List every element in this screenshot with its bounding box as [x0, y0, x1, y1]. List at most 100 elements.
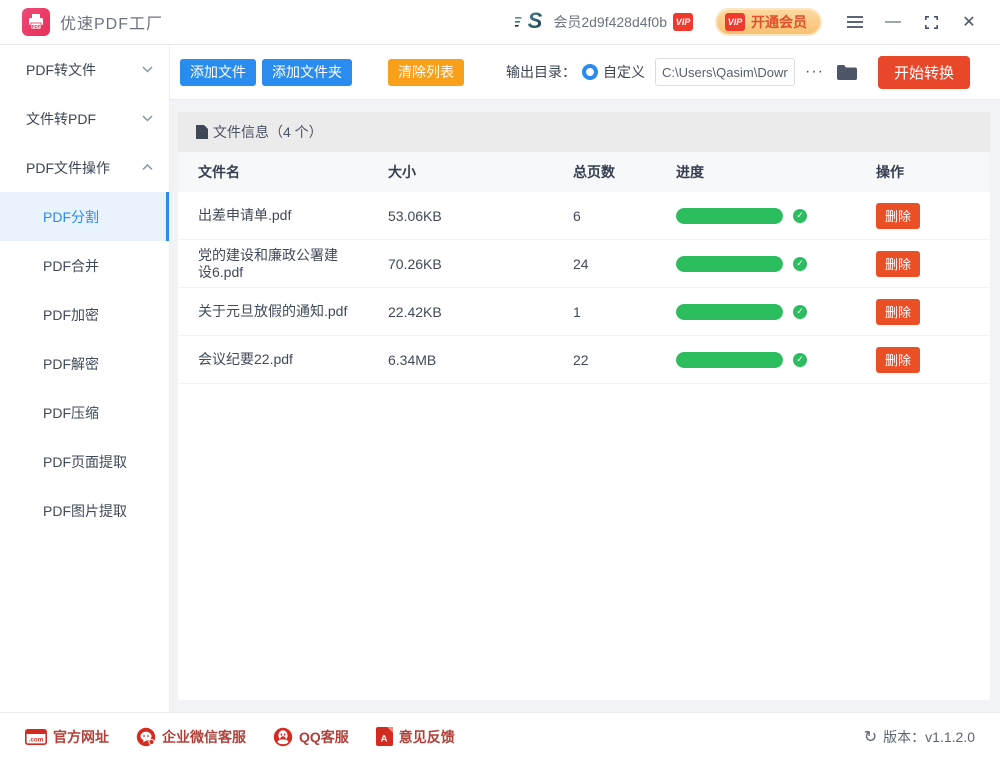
- file-size: 6.34MB: [388, 352, 573, 368]
- document-icon: [196, 125, 208, 139]
- start-convert-button[interactable]: 开始转换: [878, 56, 970, 89]
- custom-output-radio-label: 自定义: [603, 62, 645, 82]
- sidebar-group-pdf-to-file[interactable]: PDF转文件: [0, 45, 169, 94]
- clear-list-button[interactable]: 清除列表: [388, 59, 464, 86]
- wechat-service-link[interactable]: 企业微信客服: [136, 727, 246, 747]
- table-row: 出差申请单.pdf 53.06KB 6 ✓ 删除: [178, 192, 990, 240]
- delete-button[interactable]: 删除: [876, 251, 920, 277]
- open-membership-label: 开通会员: [751, 12, 807, 32]
- file-name: 党的建设和廉政公署建设6.pdf: [198, 247, 349, 281]
- vip-badge-icon: VIP: [725, 13, 745, 31]
- footer-link-label: 意见反馈: [399, 727, 455, 747]
- delete-button[interactable]: 删除: [876, 299, 920, 325]
- svg-text:S: S: [528, 8, 543, 32]
- vip-badge-icon: VIP: [673, 13, 693, 31]
- footer-link-label: QQ客服: [299, 727, 349, 747]
- add-folder-button[interactable]: 添加文件夹: [262, 59, 352, 86]
- output-path-input[interactable]: [655, 58, 795, 86]
- file-size: 22.42KB: [388, 304, 573, 320]
- file-name: 会议纪要22.pdf: [198, 351, 293, 368]
- toolbar: 添加文件 添加文件夹 清除列表 输出目录： 自定义 ··· 开始转换: [170, 45, 1000, 100]
- footer-link-label: 企业微信客服: [162, 727, 246, 747]
- website-com-icon: .com: [25, 729, 47, 745]
- main-area: 添加文件 添加文件夹 清除列表 输出目录： 自定义 ··· 开始转换 文: [170, 45, 1000, 712]
- column-pages: 总页数: [573, 162, 676, 182]
- footer-bar: .com 官方网址 企业微信客服 QQ客服: [0, 712, 1000, 760]
- content-area: 文件信息（4 个） 文件名 大小 总页数 进度 操作 出差申请单.pdf 53.…: [170, 100, 1000, 712]
- feedback-icon: A: [376, 727, 393, 746]
- table-empty-space: [178, 384, 990, 700]
- file-name: 出差申请单.pdf: [198, 207, 291, 224]
- delete-button[interactable]: 删除: [876, 347, 920, 373]
- table-header: 文件名 大小 总页数 进度 操作: [178, 152, 990, 192]
- sidebar: PDF转文件 文件转PDF PDF文件操作 PDF分割 PDF合并 PDF加密: [0, 45, 170, 712]
- table-row: 党的建设和廉政公署建设6.pdf 70.26KB 24 ✓ 删除: [178, 240, 990, 288]
- progress-done-icon: ✓: [793, 209, 807, 223]
- file-size: 53.06KB: [388, 208, 573, 224]
- close-icon[interactable]: ✕: [954, 7, 984, 37]
- sidebar-item-pdf-encrypt[interactable]: PDF加密: [0, 290, 169, 339]
- column-size: 大小: [388, 162, 573, 182]
- sidebar-group-pdf-file-ops[interactable]: PDF文件操作: [0, 143, 169, 192]
- file-pages: 1: [573, 304, 676, 320]
- maximize-icon[interactable]: [916, 7, 946, 37]
- sidebar-item-pdf-split[interactable]: PDF分割: [0, 192, 169, 241]
- qq-service-link[interactable]: QQ客服: [273, 727, 349, 747]
- chevron-down-icon: [142, 66, 153, 73]
- open-folder-icon[interactable]: [836, 64, 858, 81]
- wechat-service-icon: [136, 727, 156, 747]
- sidebar-item-pdf-image-extract[interactable]: PDF图片提取: [0, 486, 169, 535]
- progress-bar: [676, 208, 783, 224]
- sidebar-group-label: 文件转PDF: [26, 109, 96, 129]
- svg-text:PDF: PDF: [32, 24, 41, 29]
- file-size: 70.26KB: [388, 256, 573, 272]
- browse-path-button[interactable]: ···: [805, 63, 824, 81]
- file-name: 关于元旦放假的通知.pdf: [198, 303, 347, 320]
- file-pages: 24: [573, 256, 676, 272]
- app-title: 优速PDF工厂: [60, 10, 163, 34]
- sidebar-group-label: PDF转文件: [26, 60, 96, 80]
- progress-done-icon: ✓: [793, 353, 807, 367]
- version-info: ↻ 版本：v1.1.2.0: [864, 727, 975, 747]
- sidebar-group-file-to-pdf[interactable]: 文件转PDF: [0, 94, 169, 143]
- refresh-icon[interactable]: ↻: [864, 727, 877, 747]
- progress-bar: [676, 256, 783, 272]
- sidebar-group-label: PDF文件操作: [26, 158, 110, 178]
- sidebar-item-pdf-page-extract[interactable]: PDF页面提取: [0, 437, 169, 486]
- sidebar-item-pdf-compress[interactable]: PDF压缩: [0, 388, 169, 437]
- delete-button[interactable]: 删除: [876, 203, 920, 229]
- open-membership-button[interactable]: VIP 开通会员: [715, 8, 822, 36]
- progress-bar: [676, 304, 783, 320]
- progress-done-icon: ✓: [793, 305, 807, 319]
- feedback-link[interactable]: A 意见反馈: [376, 727, 455, 747]
- footer-link-label: 官方网址: [53, 727, 109, 747]
- app-window: PDF 优速PDF工厂 S 会员2d9f428d4f0b VIP VIP: [0, 0, 1000, 760]
- sidebar-item-pdf-merge[interactable]: PDF合并: [0, 241, 169, 290]
- chevron-up-icon: [142, 164, 153, 171]
- chevron-down-icon: [142, 115, 153, 122]
- table-row: 关于元旦放假的通知.pdf 22.42KB 1 ✓ 删除: [178, 288, 990, 336]
- file-pages: 6: [573, 208, 676, 224]
- table-row: 会议纪要22.pdf 6.34MB 22 ✓ 删除: [178, 336, 990, 384]
- qq-service-icon: [273, 727, 293, 747]
- add-file-button[interactable]: 添加文件: [180, 59, 256, 86]
- menu-icon[interactable]: [840, 7, 870, 37]
- file-panel: 文件信息（4 个） 文件名 大小 总页数 进度 操作 出差申请单.pdf 53.…: [178, 112, 990, 700]
- minimize-icon[interactable]: —: [878, 7, 908, 37]
- svg-text:A: A: [380, 734, 387, 745]
- column-filename: 文件名: [198, 162, 388, 182]
- member-id-label: 会员2d9f428d4f0b: [553, 12, 667, 32]
- app-logo-icon: PDF: [22, 8, 50, 36]
- custom-output-radio[interactable]: [582, 64, 598, 80]
- sidebar-item-pdf-decrypt[interactable]: PDF解密: [0, 339, 169, 388]
- column-action: 操作: [876, 162, 970, 182]
- progress-done-icon: ✓: [793, 257, 807, 271]
- progress-bar: [676, 352, 783, 368]
- official-website-link[interactable]: .com 官方网址: [25, 727, 109, 747]
- version-label: 版本：v1.1.2.0: [883, 727, 975, 747]
- title-bar: PDF 优速PDF工厂 S 会员2d9f428d4f0b VIP VIP: [0, 0, 1000, 45]
- file-pages: 22: [573, 352, 676, 368]
- file-info-header: 文件信息（4 个）: [178, 112, 990, 152]
- svg-text:.com: .com: [29, 736, 44, 743]
- column-progress: 进度: [676, 162, 876, 182]
